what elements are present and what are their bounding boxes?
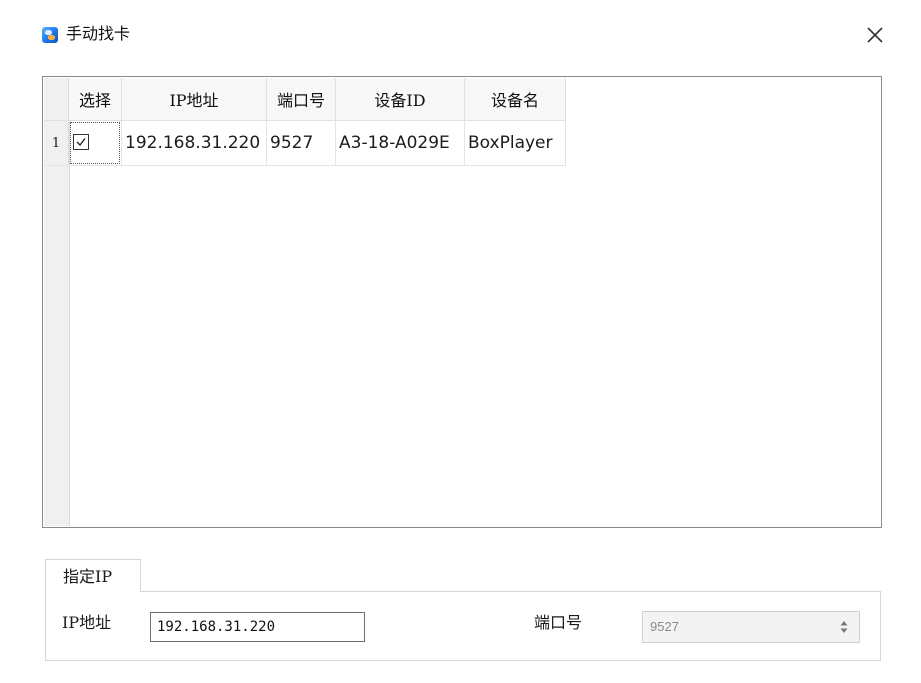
column-header-device-id[interactable]: 设备ID	[335, 78, 465, 121]
column-header-ip[interactable]: IP地址	[121, 78, 267, 121]
ip-address-input[interactable]	[150, 612, 365, 642]
close-button[interactable]	[862, 22, 888, 48]
select-cell[interactable]	[68, 120, 122, 166]
grid-corner-cell	[44, 78, 69, 121]
manual-find-card-dialog: 手动找卡 选择 IP地址 端口号 设备ID 设备名 1 192.168.31.2…	[0, 0, 921, 683]
device-name-cell[interactable]: BoxPlayer	[464, 120, 566, 166]
check-icon	[76, 138, 86, 147]
window-title: 手动找卡	[66, 24, 131, 43]
close-icon	[867, 27, 883, 43]
row-number: 1	[44, 120, 69, 166]
ip-cell[interactable]: 192.168.31.220	[121, 120, 267, 166]
ip-address-label: IP地址	[62, 613, 112, 632]
port-spinbox[interactable]: 9527	[642, 611, 860, 643]
column-header-select[interactable]: 选择	[68, 78, 122, 121]
title-bar: 手动找卡	[0, 0, 921, 64]
grid-header-row: 选择 IP地址 端口号 设备ID 设备名	[44, 78, 566, 121]
device-table: 选择 IP地址 端口号 设备ID 设备名 1 192.168.31.220 95…	[44, 78, 566, 166]
column-header-device-name[interactable]: 设备名	[464, 78, 566, 121]
app-icon	[42, 27, 58, 43]
device-id-cell[interactable]: A3-18-A029E	[335, 120, 465, 166]
select-checkbox[interactable]	[73, 134, 89, 150]
port-label: 端口号	[534, 613, 583, 632]
table-row[interactable]: 1 192.168.31.220 9527 A3-18-A029E BoxPla…	[44, 120, 566, 166]
port-cell[interactable]: 9527	[266, 120, 336, 166]
tab-specify-ip[interactable]: 指定IP	[45, 559, 141, 592]
spin-arrows-icon[interactable]	[838, 618, 850, 636]
port-value: 9527	[650, 619, 679, 634]
device-grid[interactable]: 选择 IP地址 端口号 设备ID 设备名 1 192.168.31.220 95…	[42, 76, 882, 528]
column-header-port[interactable]: 端口号	[266, 78, 336, 121]
